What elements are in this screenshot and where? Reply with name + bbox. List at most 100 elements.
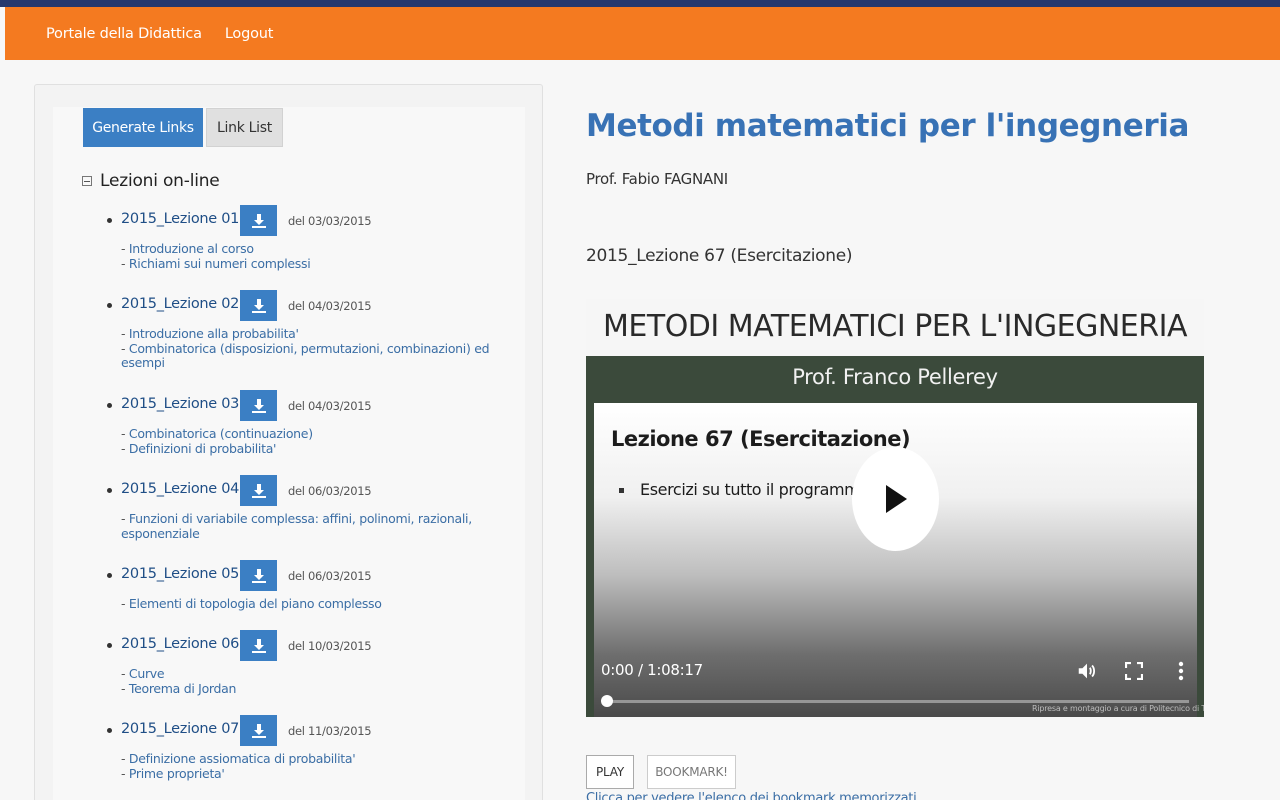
more-options-button[interactable] <box>1169 659 1193 683</box>
topic-link[interactable]: Combinatorica (disposizioni, permutazion… <box>121 341 490 371</box>
play-button[interactable]: PLAY <box>586 755 634 789</box>
fullscreen-button[interactable] <box>1122 659 1146 683</box>
topic-link[interactable]: Definizione assiomatica di probabilita' <box>129 751 356 766</box>
topic-dash: - <box>121 680 129 696</box>
lesson-topics: - Funzioni di variabile complessa: affin… <box>121 511 527 541</box>
download-icon <box>251 483 266 498</box>
topic-link[interactable]: Introduzione al corso <box>129 241 254 256</box>
download-icon <box>251 723 266 738</box>
top-navbar: Portale della Didattica Logout <box>5 7 1280 60</box>
topic-dash: - <box>121 765 129 781</box>
lesson-item: 2015_Lezione 03 del 04/03/2015 - Combinato… <box>107 390 527 456</box>
topic-link[interactable]: Curve <box>129 666 165 681</box>
video-progress-handle[interactable] <box>601 695 613 707</box>
download-icon <box>251 298 266 313</box>
lesson-topics: - Introduzione al corso - Richiami sui nu… <box>121 241 527 272</box>
video-time-display: 0:00 / 1:08:17 <box>601 661 703 679</box>
lesson-item: 2015_Lezione 06 del 10/03/2015 - Curve - Te… <box>107 630 527 696</box>
topic-link[interactable]: Elementi di topologia del piano compless… <box>129 596 382 611</box>
topic-link[interactable]: Definizioni di probabilita' <box>129 441 277 456</box>
lesson-date: del 06/03/2015 <box>288 569 372 583</box>
video-progress-bar[interactable] <box>607 700 1189 703</box>
video-player[interactable]: METODI MATEMATICI PER L'INGEGNERIA Prof.… <box>586 299 1204 717</box>
topic-line: - Funzioni di variabile complessa: affin… <box>121 511 527 541</box>
bookmark-list-link[interactable]: Clicca per vedere l'elenco dei bookmark … <box>586 791 917 800</box>
topic-line: - Introduzione al corso <box>121 241 527 257</box>
topic-dash: - <box>121 666 129 681</box>
topic-link[interactable]: Prime proprieta' <box>129 766 225 781</box>
download-button[interactable] <box>240 475 277 506</box>
tree-node-lezioni: Lezioni on-line <box>82 171 220 191</box>
collapse-toggle-icon[interactable] <box>82 176 92 186</box>
lesson-topics: - Combinatorica (continuazione) - Definiz… <box>121 426 527 456</box>
volume-button[interactable] <box>1075 659 1099 683</box>
topic-link[interactable]: Richiami sui numeri complessi <box>129 256 311 271</box>
lesson-date: del 10/03/2015 <box>288 639 372 653</box>
topic-line: - Prime proprieta' <box>121 765 527 782</box>
lesson-item: 2015_Lezione 04 del 06/03/2015 - Funzioni … <box>107 475 527 541</box>
download-button[interactable] <box>240 630 277 661</box>
play-overlay-button[interactable] <box>852 447 939 551</box>
topic-link[interactable]: Introduzione alla probabilita' <box>129 326 299 341</box>
lesson-date: del 06/03/2015 <box>288 484 372 498</box>
lesson-date: del 04/03/2015 <box>288 299 372 313</box>
lesson-title-link[interactable]: 2015_Lezione 06 <box>121 636 239 652</box>
topic-line: - Definizione assiomatica di probabilita… <box>121 751 527 767</box>
list-bullet-icon <box>107 488 112 493</box>
topic-line: - Introduzione alla probabilita' <box>121 326 527 342</box>
volume-icon <box>1078 663 1096 679</box>
lesson-title-link[interactable]: 2015_Lezione 04 <box>121 481 239 497</box>
topic-line: - Combinatorica (disposizioni, permutazi… <box>121 340 527 371</box>
generate-links-button[interactable]: Generate Links <box>83 108 203 147</box>
topic-dash: - <box>121 596 129 611</box>
lesson-date: del 11/03/2015 <box>288 724 372 738</box>
topic-link[interactable]: Funzioni di variabile complessa: affini,… <box>121 511 472 541</box>
course-title: Metodi matematici per l'ingegneria <box>586 108 1189 144</box>
topic-line: - Richiami sui numeri complessi <box>121 255 527 272</box>
download-button[interactable] <box>240 715 277 746</box>
topic-link[interactable]: Teorema di Jordan <box>129 681 237 696</box>
lesson-row: 2015_Lezione 04 del 06/03/2015 <box>107 475 527 507</box>
lesson-item: 2015_Lezione 07 del 11/03/2015 - Definizio… <box>107 715 527 781</box>
download-button[interactable] <box>240 290 277 321</box>
download-button[interactable] <box>240 390 277 421</box>
bookmark-button[interactable]: BOOKMARK! <box>647 755 736 789</box>
download-button[interactable] <box>240 205 277 236</box>
list-bullet-icon <box>107 303 112 308</box>
topic-dash: - <box>121 326 129 341</box>
lesson-row: 2015_Lezione 03 del 04/03/2015 <box>107 390 527 422</box>
topic-dash: - <box>121 340 129 356</box>
list-bullet-icon <box>107 573 112 578</box>
nav-portale-link[interactable]: Portale della Didattica <box>46 26 202 42</box>
lesson-title-link[interactable]: 2015_Lezione 01 <box>121 211 239 227</box>
topic-dash: - <box>121 426 129 441</box>
video-credit-caption: Ripresa e montaggio a cura di Politecnic… <box>1032 704 1204 713</box>
lesson-date: del 03/03/2015 <box>288 214 372 228</box>
lesson-row: 2015_Lezione 05 del 06/03/2015 <box>107 560 527 592</box>
lesson-item: 2015_Lezione 01 del 03/03/2015 - Introduzi… <box>107 205 527 271</box>
lesson-title-link[interactable]: 2015_Lezione 03 <box>121 396 239 412</box>
download-icon <box>251 398 266 413</box>
topic-dash: - <box>121 511 129 526</box>
download-button[interactable] <box>240 560 277 591</box>
lesson-row: 2015_Lezione 06 del 10/03/2015 <box>107 630 527 662</box>
top-banner-strip <box>0 0 1280 7</box>
lesson-title-link[interactable]: 2015_Lezione 05 <box>121 566 239 582</box>
lesson-item: 2015_Lezione 05 del 06/03/2015 - Elementi … <box>107 560 527 612</box>
lesson-row: 2015_Lezione 01 del 03/03/2015 <box>107 205 527 237</box>
link-list-button[interactable]: Link List <box>206 108 283 147</box>
topic-line: - Curve <box>121 666 527 682</box>
topic-link[interactable]: Combinatorica (continuazione) <box>129 426 313 441</box>
list-bullet-icon <box>107 643 112 648</box>
lesson-title-link[interactable]: 2015_Lezione 02 <box>121 296 239 312</box>
topic-line: - Teorema di Jordan <box>121 680 527 697</box>
list-bullet-icon <box>107 728 112 733</box>
tree-node-label: Lezioni on-line <box>100 171 220 191</box>
list-bullet-icon <box>107 403 112 408</box>
lesson-row: 2015_Lezione 07 del 11/03/2015 <box>107 715 527 747</box>
topic-dash: - <box>121 255 129 271</box>
lesson-row: 2015_Lezione 02 del 04/03/2015 <box>107 290 527 322</box>
nav-logout-link[interactable]: Logout <box>225 26 274 42</box>
lesson-title-link[interactable]: 2015_Lezione 07 <box>121 721 239 737</box>
topic-dash: - <box>121 440 129 456</box>
